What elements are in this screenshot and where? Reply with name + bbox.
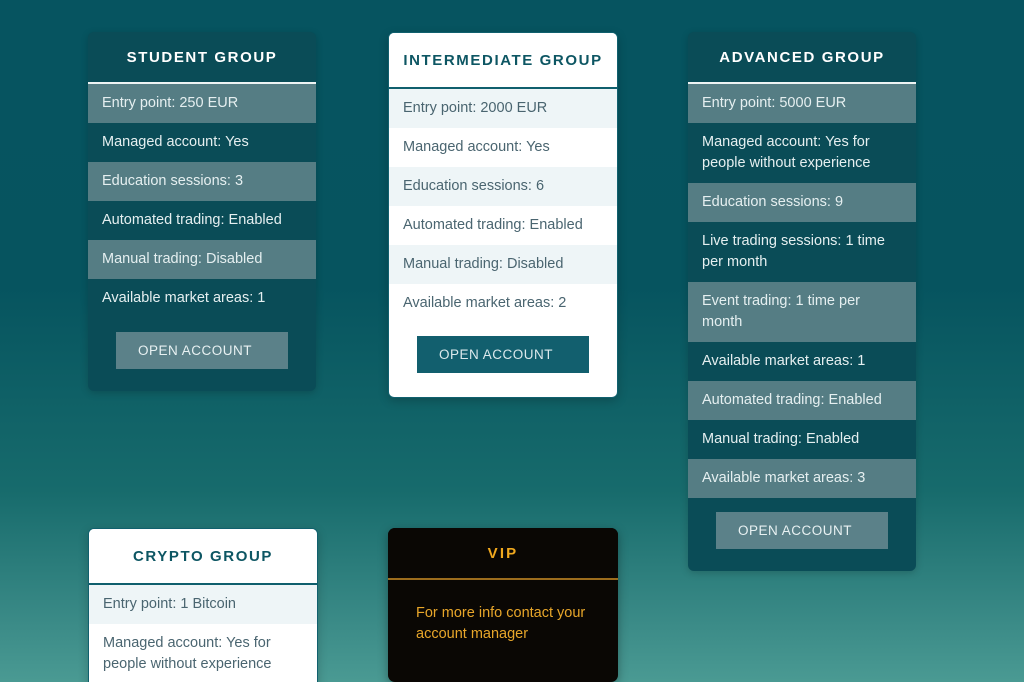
- card-title-vip: VIP: [388, 528, 618, 580]
- feature-list-student: Entry point: 250 EUR Managed account: Ye…: [88, 84, 316, 318]
- open-account-button-intermediate[interactable]: OPEN ACCOUNT: [417, 336, 589, 373]
- pricing-card-vip: VIP For more info contact your account m…: [388, 528, 618, 682]
- feature-row: Manual trading: Disabled: [88, 240, 316, 279]
- pricing-card-student: STUDENT GROUP Entry point: 250 EUR Manag…: [88, 32, 316, 391]
- cta-wrapper-advanced: OPEN ACCOUNT: [688, 498, 916, 571]
- feature-list-crypto: Entry point: 1 Bitcoin Managed account: …: [89, 585, 317, 682]
- feature-row: Automated trading: Enabled: [688, 381, 916, 420]
- feature-row: Managed account: Yes: [102, 134, 249, 150]
- feature-row: Available market areas: 3: [688, 459, 916, 498]
- feature-row: Manual trading: Enabled: [702, 431, 860, 447]
- feature-row: Available market areas: 1: [102, 290, 266, 306]
- feature-row: Available market areas: 1: [702, 353, 866, 369]
- card-title-crypto: CRYPTO GROUP: [89, 529, 317, 585]
- vip-body: For more info contact your account manag…: [388, 580, 618, 682]
- feature-row: Automated trading: Enabled: [102, 212, 282, 228]
- feature-row: Live trading sessions: 1 time per month: [702, 233, 885, 270]
- feature-row: Manual trading: Disabled: [389, 245, 617, 284]
- pricing-plans-grid: STUDENT GROUP Entry point: 250 EUR Manag…: [0, 0, 1024, 682]
- pricing-card-crypto: CRYPTO GROUP Entry point: 1 Bitcoin Mana…: [88, 528, 318, 682]
- feature-list-advanced: Entry point: 5000 EUR Managed account: Y…: [688, 84, 916, 498]
- feature-row: Available market areas: 2: [389, 284, 617, 323]
- open-account-button-student[interactable]: OPEN ACCOUNT: [116, 332, 288, 369]
- card-title-intermediate: INTERMEDIATE GROUP: [389, 33, 617, 89]
- feature-row: Automated trading: Enabled: [389, 206, 617, 245]
- feature-row: Education sessions: 3: [88, 162, 316, 201]
- feature-row: Managed account: Yes for people without …: [702, 134, 871, 171]
- feature-row: Entry point: 1 Bitcoin: [89, 585, 317, 624]
- feature-row: Entry point: 2000 EUR: [389, 89, 617, 128]
- cta-wrapper-student: OPEN ACCOUNT: [88, 318, 316, 391]
- feature-row: Education sessions: 9: [688, 183, 916, 222]
- feature-row: Entry point: 5000 EUR: [688, 84, 916, 123]
- feature-row: Managed account: Yes for people without …: [89, 624, 317, 682]
- vip-contact-text: For more info contact your account manag…: [416, 605, 586, 642]
- card-title-student: STUDENT GROUP: [88, 32, 316, 84]
- feature-list-intermediate: Entry point: 2000 EUR Managed account: Y…: [389, 89, 617, 323]
- feature-row: Managed account: Yes: [389, 128, 617, 167]
- pricing-card-intermediate: INTERMEDIATE GROUP Entry point: 2000 EUR…: [388, 32, 618, 398]
- card-title-advanced: ADVANCED GROUP: [688, 32, 916, 84]
- feature-row: Event trading: 1 time per month: [688, 282, 916, 342]
- feature-row: Education sessions: 6: [389, 167, 617, 206]
- pricing-card-advanced: ADVANCED GROUP Entry point: 5000 EUR Man…: [688, 32, 916, 571]
- cta-wrapper-intermediate: OPEN ACCOUNT: [389, 323, 617, 397]
- feature-row: Entry point: 250 EUR: [88, 84, 316, 123]
- open-account-button-advanced[interactable]: OPEN ACCOUNT: [716, 512, 888, 549]
